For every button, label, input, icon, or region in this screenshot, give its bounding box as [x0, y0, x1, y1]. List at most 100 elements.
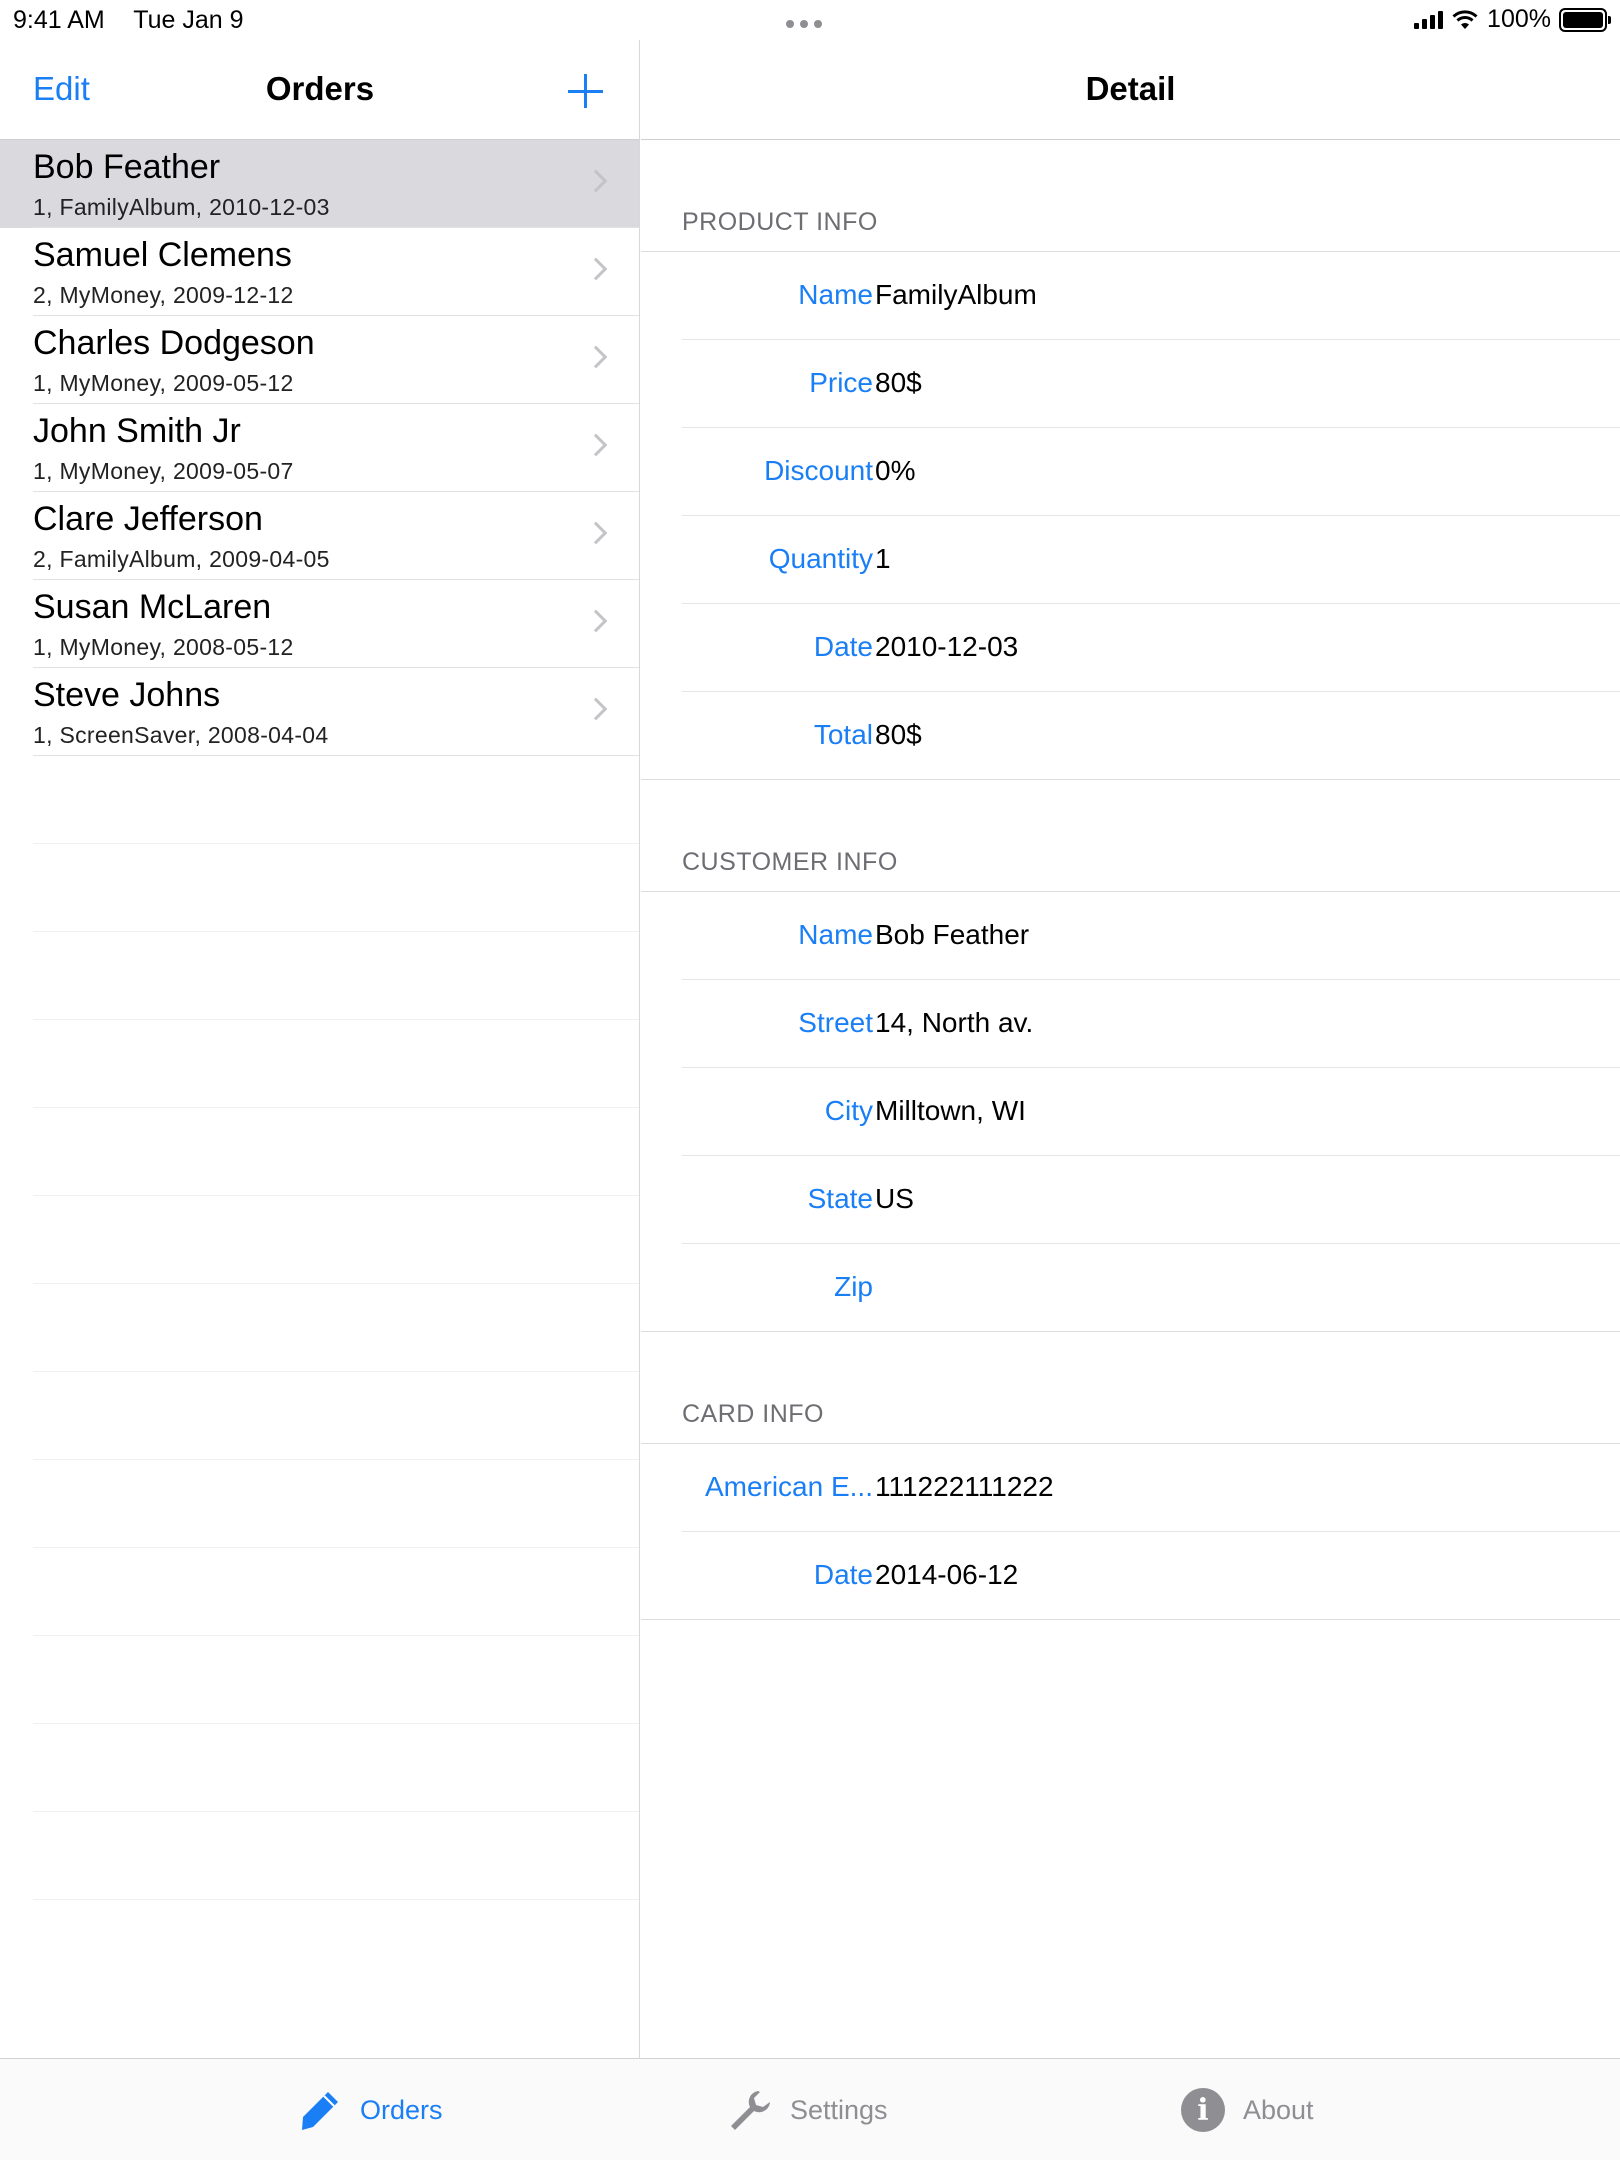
chevron-right-icon — [584, 697, 608, 721]
empty-row — [0, 1196, 639, 1284]
section-header-label: CUSTOMER INFO — [682, 848, 898, 876]
field-value: 14, North av. — [875, 1007, 1034, 1038]
empty-row — [0, 756, 639, 844]
battery-percent: 100% — [1487, 5, 1551, 33]
detail-field-row[interactable]: Quantity 1 — [641, 516, 1620, 604]
detail-field-row[interactable]: Total 80$ — [641, 692, 1620, 780]
empty-row — [0, 932, 639, 1020]
field-label: American E... — [704, 1471, 873, 1502]
order-customer-name: Steve Johns — [33, 676, 221, 714]
multitasking-dots-icon[interactable] — [786, 20, 822, 28]
orders-list: Bob Feather 1, FamilyAlbum, 2010-12-03 Sam… — [0, 140, 639, 756]
detail-field-row[interactable]: City Milltown, WI — [641, 1068, 1620, 1156]
wifi-icon — [1452, 9, 1478, 29]
order-row[interactable]: Bob Feather 1, FamilyAlbum, 2010-12-03 — [0, 140, 639, 228]
chevron-right-icon — [584, 433, 608, 457]
field-value: US — [875, 1183, 914, 1214]
field-value: 1 — [875, 543, 891, 574]
master-pane: Edit Orders Bob Feather 1, FamilyAlbum, 2… — [0, 40, 640, 2058]
tab-orders[interactable]: Orders — [298, 2059, 443, 2160]
empty-list-area — [0, 756, 639, 1900]
pencil-icon — [302, 2092, 338, 2130]
detail-field-row[interactable]: Discount 0% — [641, 428, 1620, 516]
empty-row — [0, 1284, 639, 1372]
status-time-date: 9:41 AM Tue Jan 9 — [13, 6, 266, 35]
order-customer-name: Clare Jefferson — [33, 500, 263, 538]
field-label: Zip — [834, 1271, 873, 1302]
detail-field-row[interactable]: Date 2014-06-12 — [641, 1532, 1620, 1620]
order-summary: 1, MyMoney, 2009-05-12 — [33, 370, 294, 396]
detail-field-row[interactable]: State US — [641, 1156, 1620, 1244]
field-value: 0% — [875, 455, 916, 486]
chevron-right-icon — [584, 169, 608, 193]
order-row[interactable]: Steve Johns 1, ScreenSaver, 2008-04-04 — [0, 668, 639, 756]
field-value: Milltown, WI — [875, 1095, 1026, 1126]
empty-row — [0, 1460, 639, 1548]
tab-bar: Orders Settings i About — [0, 2058, 1620, 2160]
detail-field-row[interactable]: Price 80$ — [641, 340, 1620, 428]
detail-section: CUSTOMER INFO Name Bob Feather Street 14, No… — [641, 780, 1620, 1332]
field-label: Name — [798, 919, 873, 950]
status-time: 9:41 AM — [13, 6, 105, 34]
detail-field-row[interactable]: Street 14, North av. — [641, 980, 1620, 1068]
info-icon: i — [1181, 2088, 1225, 2132]
field-label: Date — [813, 631, 873, 662]
field-value: 80$ — [875, 719, 922, 750]
tab-settings-label: Settings — [790, 2094, 888, 2125]
empty-row — [0, 1020, 639, 1108]
order-row[interactable]: Clare Jefferson 2, FamilyAlbum, 2009-04-0… — [0, 492, 639, 580]
section-header: CUSTOMER INFO — [641, 780, 1620, 892]
detail-field-row[interactable]: Name FamilyAlbum — [641, 252, 1620, 340]
tab-orders-label: Orders — [360, 2094, 443, 2125]
empty-row — [0, 1548, 639, 1636]
field-value: FamilyAlbum — [875, 279, 1037, 310]
order-summary: 2, FamilyAlbum, 2009-04-05 — [33, 546, 330, 572]
field-label: State — [807, 1183, 873, 1214]
order-row[interactable]: Susan McLaren 1, MyMoney, 2008-05-12 — [0, 580, 639, 668]
field-label: Street — [798, 1007, 873, 1038]
cellular-signal-icon — [1414, 10, 1444, 29]
empty-row — [0, 1108, 639, 1196]
order-customer-name: John Smith Jr — [33, 412, 241, 450]
detail-field-row[interactable]: Date 2010-12-03 — [641, 604, 1620, 692]
chevron-right-icon — [584, 257, 608, 281]
order-row[interactable]: Charles Dodgeson 1, MyMoney, 2009-05-12 — [0, 316, 639, 404]
order-summary: 2, MyMoney, 2009-12-12 — [33, 282, 294, 308]
field-label: Total — [813, 719, 873, 750]
field-label: Price — [809, 367, 873, 398]
section-header: PRODUCT INFO — [641, 140, 1620, 252]
order-row[interactable]: John Smith Jr 1, MyMoney, 2009-05-07 — [0, 404, 639, 492]
status-date: Tue Jan 9 — [133, 6, 244, 34]
tab-settings[interactable]: Settings — [728, 2059, 888, 2160]
section-header: CARD INFO — [641, 1332, 1620, 1444]
field-label: Quantity — [768, 543, 873, 574]
field-value: 2014-06-12 — [875, 1559, 1019, 1590]
section-header-label: CARD INFO — [682, 1400, 824, 1428]
empty-row — [0, 1812, 639, 1900]
empty-row — [0, 844, 639, 932]
battery-icon — [1559, 7, 1611, 32]
page-title: Orders — [265, 70, 375, 107]
tab-about-label: About — [1243, 2094, 1314, 2125]
detail-navbar: Detail — [641, 40, 1620, 140]
empty-row — [0, 1636, 639, 1724]
detail-pane: Detail PRODUCT INFO Name FamilyAlbum Price 8… — [641, 40, 1620, 2058]
add-order-button[interactable] — [566, 71, 606, 111]
order-summary: 1, ScreenSaver, 2008-04-04 — [33, 722, 329, 748]
status-indicators: 100% — [1414, 5, 1611, 34]
order-customer-name: Susan McLaren — [33, 588, 272, 626]
tab-about[interactable]: i About — [1181, 2059, 1314, 2160]
empty-row — [0, 1372, 639, 1460]
detail-field-row[interactable]: American E... 111222111222 — [641, 1444, 1620, 1532]
detail-field-row[interactable]: Zip — [641, 1244, 1620, 1332]
field-value: Bob Feather — [875, 919, 1030, 950]
chevron-right-icon — [584, 609, 608, 633]
field-value: 111222111222 — [875, 1471, 1054, 1502]
field-label: Name — [798, 279, 873, 310]
wrench-icon — [731, 2091, 770, 2130]
detail-field-row[interactable]: Name Bob Feather — [641, 892, 1620, 980]
field-label: Discount — [764, 455, 873, 486]
field-value: 2010-12-03 — [875, 631, 1019, 662]
order-row[interactable]: Samuel Clemens 2, MyMoney, 2009-12-12 — [0, 228, 639, 316]
detail-table: PRODUCT INFO Name FamilyAlbum Price 80$ Disco… — [641, 140, 1620, 1620]
